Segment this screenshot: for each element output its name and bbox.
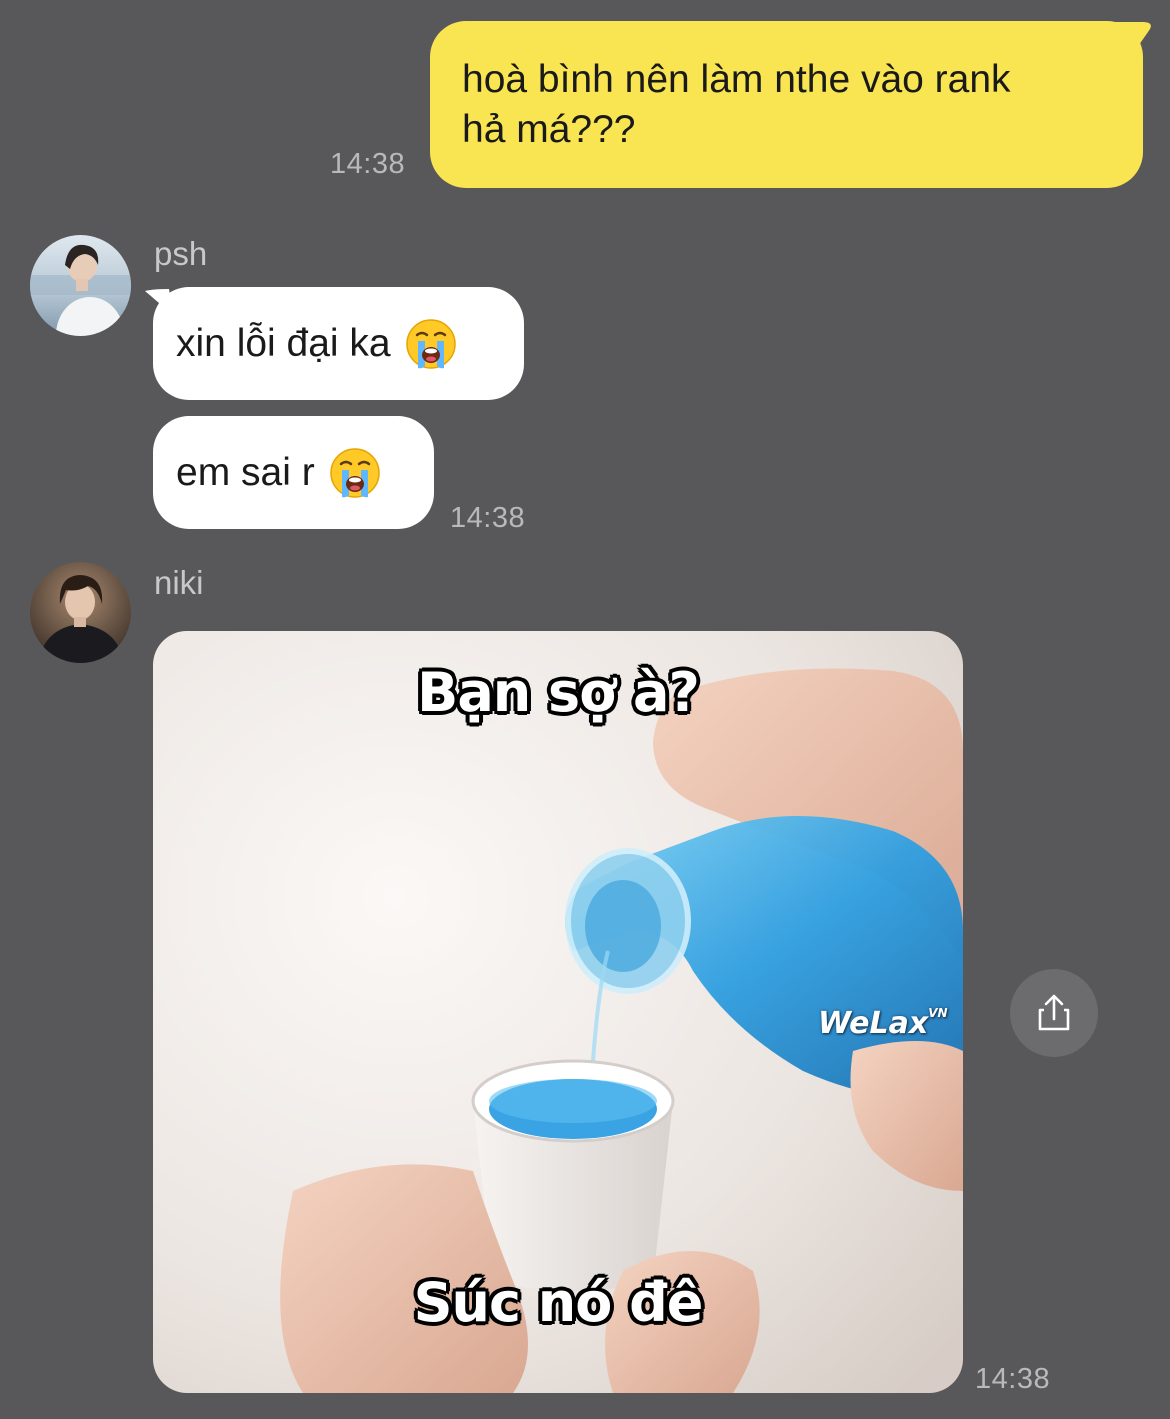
sender-name-psh: psh: [154, 235, 208, 272]
meme-watermark-suffix: VN: [928, 1006, 948, 1020]
niki-message-time: 14:38: [975, 1363, 1051, 1395]
avatar-psh[interactable]: [30, 235, 131, 336]
meme-caption-top: Bạn sợ à?: [417, 661, 700, 724]
avatar-niki-image: [30, 562, 131, 663]
share-button[interactable]: [1010, 969, 1098, 1057]
meme-watermark: WeLaxVN: [818, 1006, 948, 1041]
chat-thread: hoà bình nên làm nthe vào rank hả má??? …: [0, 0, 1170, 1419]
sender-name-niki: niki: [154, 564, 204, 601]
outgoing-message-line1: hoà bình nên làm nthe vào rank: [462, 58, 1011, 101]
meme-image-message[interactable]: Bạn sợ à? Súc nó đê WeLaxVN: [153, 631, 963, 1393]
share-icon: [1038, 994, 1070, 1031]
avatar-psh-image: [30, 235, 131, 336]
meme-watermark-text: WeLax: [818, 1006, 929, 1041]
outgoing-message-line2: hả má???: [462, 108, 636, 151]
incoming-message-text-1: xin lỗi đại ka: [176, 321, 391, 365]
meme-caption-bottom: Súc nó đê: [413, 1271, 704, 1334]
avatar-niki[interactable]: [30, 562, 131, 663]
incoming-message-text-2: em sai r: [176, 450, 315, 494]
incoming-message-bubble-2[interactable]: em sai r: [153, 416, 434, 529]
loudly-crying-face-icon: [405, 318, 456, 369]
loudly-crying-face-icon: [329, 447, 380, 498]
psh-message-time: 14:38: [450, 502, 526, 534]
outgoing-message-time: 14:38: [330, 148, 406, 180]
incoming-message-bubble-1[interactable]: xin lỗi đại ka: [153, 287, 524, 400]
outgoing-message-bubble[interactable]: hoà bình nên làm nthe vào rank hả má???: [430, 21, 1143, 188]
